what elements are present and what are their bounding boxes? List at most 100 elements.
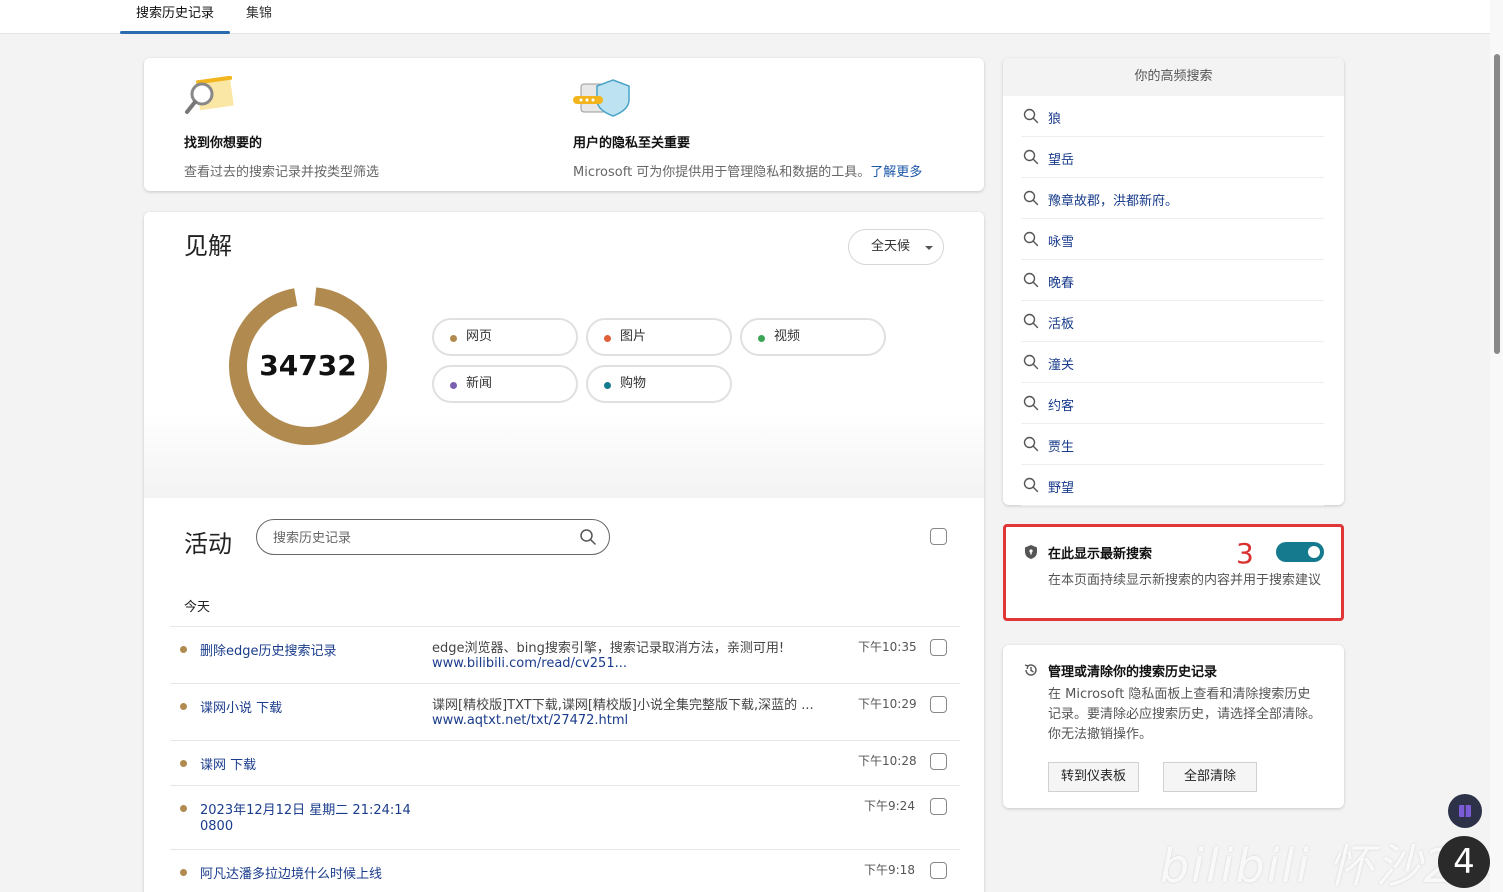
frequent-search-label[interactable]: 贾生 (1048, 436, 1074, 455)
history-row-desc: edge浏览器、bing搜索引擎，搜索记录取消方法，亲测可用! (432, 641, 785, 656)
row-checkbox[interactable] (930, 753, 947, 770)
history-row-title[interactable]: 谍网小说 下载 (200, 697, 282, 716)
filter-pill-images[interactable]: 图片 (586, 318, 732, 356)
row-bullet (180, 646, 187, 653)
frequent-search-item[interactable]: 豫章故郡，洪都新府。 (1021, 178, 1324, 219)
history-row[interactable]: 谍网小说 下载 谍网[精校版]TXT下载,谍网[精校版]小说全集完整版下载,深蓝… (170, 683, 960, 740)
chevron-down-icon (925, 246, 933, 250)
page-scrollbar[interactable] (1490, 0, 1503, 892)
frequent-search-item[interactable]: 望岳 (1021, 137, 1324, 178)
frequent-search-label[interactable]: 约客 (1048, 395, 1074, 414)
frequent-search-label[interactable]: 豫章故郡，洪都新府。 (1048, 190, 1178, 209)
intro-privacy: 用户的隐私至关重要 Microsoft 可为你提供用于管理隐私和数据的工具。了解… (573, 76, 922, 180)
insights-section: 见解 全天候 34732 网页 图片 视频 新闻 购物 (144, 212, 984, 498)
row-checkbox[interactable] (930, 639, 947, 656)
history-row-title-line2[interactable]: 0800 (200, 819, 233, 834)
filter-pill-videos[interactable]: 视频 (740, 318, 886, 356)
history-row-title[interactable]: 谍网 下载 (200, 754, 256, 773)
go-to-dashboard-button[interactable]: 转到仪表板 (1048, 762, 1139, 792)
frequent-search-label[interactable]: 潼关 (1048, 354, 1074, 373)
row-checkbox[interactable] (930, 696, 947, 713)
show-recent-desc: 在本页面持续显示新搜索的内容并用于搜索建议 (1048, 573, 1322, 588)
filter-pill-label: 新闻 (466, 376, 493, 391)
frequent-search-item[interactable]: 约客 (1021, 383, 1324, 424)
filter-pill-webpage[interactable]: 网页 (432, 318, 578, 356)
intro-privacy-text: Microsoft 可为你提供用于管理隐私和数据的工具。 (573, 165, 871, 180)
filter-pill-label: 视频 (774, 329, 801, 344)
tab-search-history[interactable]: 搜索历史记录 (120, 0, 230, 34)
magnifier-illustration-icon (185, 75, 234, 114)
search-icon (1023, 190, 1039, 206)
insights-title: 见解 (184, 232, 232, 260)
history-row-url[interactable]: www.aqtxt.net/txt/27472.html (432, 713, 628, 728)
show-recent-toggle[interactable] (1276, 542, 1324, 562)
history-row-url[interactable]: www.bilibili.com/read/cv251... (432, 656, 627, 671)
search-icon (1023, 272, 1039, 288)
frequent-search-item[interactable]: 潼关 (1021, 342, 1324, 383)
select-all-checkbox[interactable] (930, 528, 947, 545)
webpage-dot-icon (450, 335, 457, 342)
annotation-number: 3 (1236, 537, 1254, 570)
frequent-search-item[interactable]: 野望 (1021, 465, 1324, 506)
history-search-box[interactable] (256, 519, 610, 555)
videos-dot-icon (758, 335, 765, 342)
frequent-search-label[interactable]: 望岳 (1048, 149, 1074, 168)
search-icon (1023, 149, 1039, 165)
shield-icon (1025, 545, 1037, 559)
history-row-title[interactable]: 删除edge历史搜索记录 (200, 640, 337, 659)
shield-illustration-icon (573, 79, 630, 117)
frequent-search-item[interactable]: 咏雪 (1021, 219, 1324, 260)
search-icon (1023, 108, 1039, 124)
search-icon[interactable] (579, 528, 597, 546)
row-bullet (180, 760, 187, 767)
row-bullet (180, 703, 187, 710)
search-icon (1023, 354, 1039, 370)
history-search-input[interactable] (273, 528, 563, 548)
toggle-knob (1308, 546, 1320, 558)
frequent-search-label[interactable]: 晚春 (1048, 272, 1074, 291)
learn-more-link[interactable]: 了解更多 (870, 165, 922, 180)
clear-all-button[interactable]: 全部清除 (1163, 762, 1257, 792)
history-row-time: 下午10:29 (858, 697, 917, 711)
intro-find: 找到你想要的 查看过去的搜索记录并按类型筛选 (184, 75, 379, 180)
frequent-search-label[interactable]: 野望 (1048, 477, 1074, 496)
activity-title: 活动 (184, 530, 232, 558)
frequent-search-label[interactable]: 狼 (1048, 108, 1061, 127)
row-checkbox[interactable] (930, 798, 947, 815)
intro-find-title: 找到你想要的 (184, 136, 263, 151)
show-recent-title: 在此显示最新搜索 (1048, 547, 1153, 562)
frequent-search-item[interactable]: 活板 (1021, 301, 1324, 342)
row-checkbox[interactable] (930, 862, 947, 879)
history-row[interactable]: 谍网 下载 下午10:28 (170, 740, 960, 785)
watermark-badge: 4 (1438, 836, 1490, 888)
frequent-searches-title: 你的高频搜索 (1003, 58, 1344, 96)
time-range-dropdown[interactable]: 全天候 (848, 229, 944, 265)
row-bullet (180, 805, 187, 812)
shopping-dot-icon (604, 382, 611, 389)
tab-collections[interactable]: 集锦 (236, 0, 282, 34)
filter-pill-shopping[interactable]: 购物 (586, 365, 732, 403)
search-icon (1023, 436, 1039, 452)
filter-pill-news[interactable]: 新闻 (432, 365, 578, 403)
frequent-search-item[interactable]: 狼 (1021, 96, 1324, 137)
history-row-desc: 谍网[精校版]TXT下载,谍网[精校版]小说全集完整版下载,深蓝的 ... (432, 698, 814, 713)
history-row[interactable]: 删除edge历史搜索记录 edge浏览器、bing搜索引擎，搜索记录取消方法，亲… (170, 626, 960, 683)
reading-mode-button[interactable] (1448, 794, 1482, 828)
history-row-time: 下午10:35 (858, 640, 917, 654)
scrollbar-thumb[interactable] (1494, 54, 1500, 354)
frequent-search-item[interactable]: 晚春 (1021, 260, 1324, 301)
frequent-search-label[interactable]: 活板 (1048, 313, 1074, 332)
frequent-search-label[interactable]: 咏雪 (1048, 231, 1074, 250)
history-row[interactable]: 2023年12月12日 星期二 21:24:14 0800 下午9:24 (170, 785, 960, 849)
intro-privacy-desc: Microsoft 可为你提供用于管理隐私和数据的工具。了解更多 (573, 161, 922, 180)
history-row-title[interactable]: 2023年12月12日 星期二 21:24:14 (200, 799, 411, 818)
manage-history-card: 管理或清除你的搜索历史记录 在 Microsoft 隐私面板上查看和清除搜索历史… (1003, 645, 1344, 808)
history-row[interactable]: 阿凡达潘多拉边境什么时候上线 下午9:18 (170, 849, 960, 892)
row-bullet (180, 869, 187, 876)
frequent-search-item[interactable]: 贾生 (1021, 424, 1324, 465)
tab-bar: 搜索历史记录 集锦 (0, 0, 1490, 34)
total-searches-count: 34732 (259, 349, 357, 382)
group-label-today: 今天 (184, 600, 211, 615)
filter-pill-label: 图片 (620, 329, 647, 344)
history-row-title[interactable]: 阿凡达潘多拉边境什么时候上线 (200, 863, 382, 882)
